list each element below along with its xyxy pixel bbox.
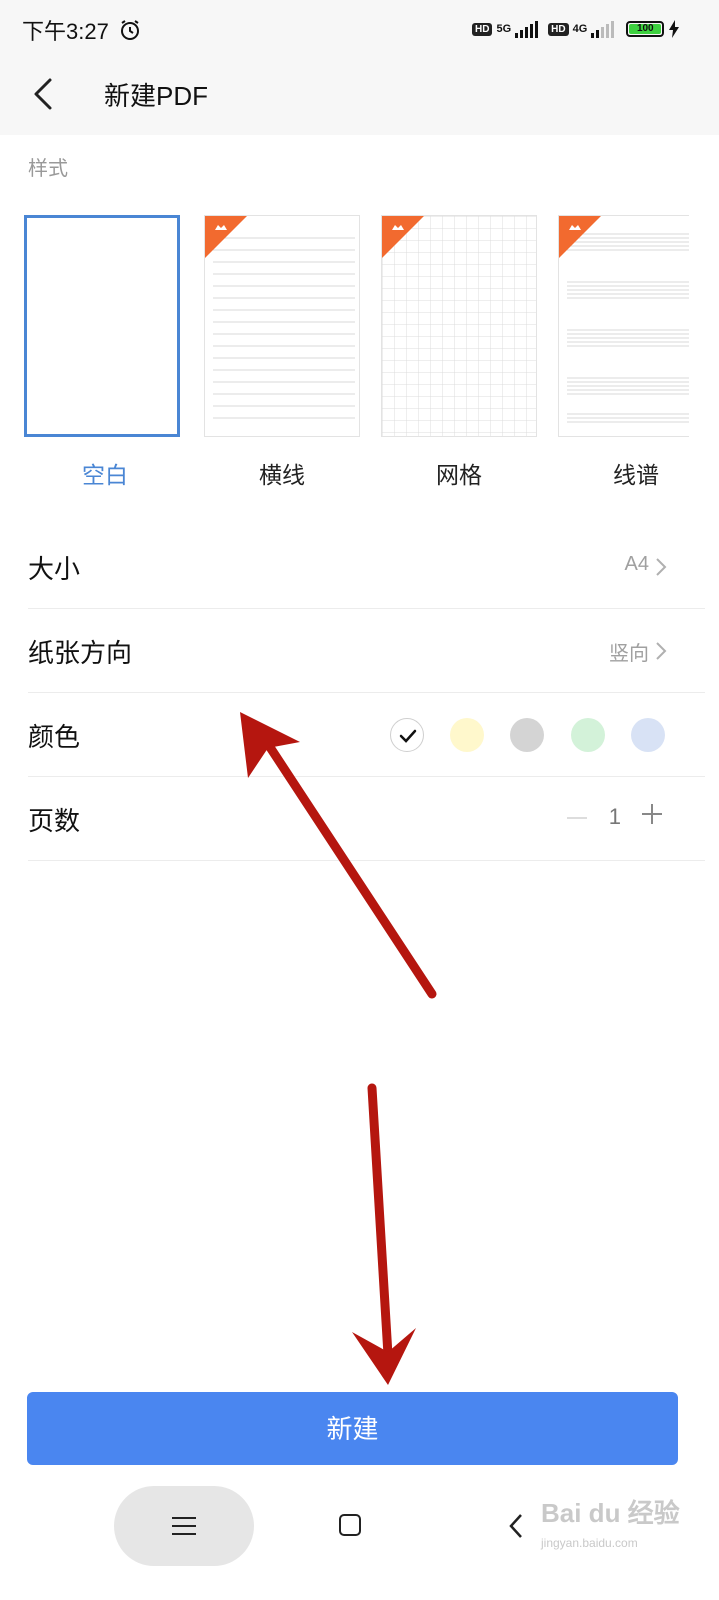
nav-home-button[interactable] (338, 1513, 362, 1537)
create-button[interactable]: 新建 (27, 1392, 678, 1465)
nav-back-button[interactable] (508, 1512, 524, 1540)
menu-icon (172, 1517, 196, 1535)
nav-menu-button[interactable] (114, 1486, 254, 1566)
arrow-to-create-button (352, 1083, 416, 1385)
baidu-watermark: Bai du 经验 (541, 1498, 680, 1528)
arrow-to-color-row (240, 712, 437, 999)
baidu-watermark-url: jingyan.baidu.com (541, 1536, 638, 1550)
annotation-arrows (240, 712, 437, 1385)
